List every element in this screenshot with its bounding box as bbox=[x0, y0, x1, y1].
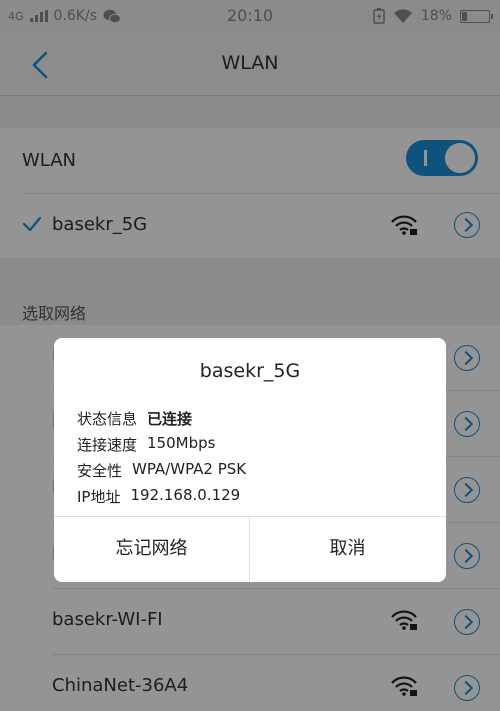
info-row-status: 状态信息 已连接 bbox=[77, 408, 192, 429]
info-row-security: 安全性 WPA/WPA2 PSK bbox=[77, 460, 246, 481]
info-label: IP地址 bbox=[77, 488, 121, 506]
info-value: 192.168.0.129 bbox=[130, 486, 241, 504]
info-value: 150Mbps bbox=[147, 434, 216, 452]
info-label: 连接速度 bbox=[77, 436, 138, 454]
network-info-dialog: basekr_5G 状态信息 已连接 连接速度 150Mbps 安全性 WPA/… bbox=[54, 338, 446, 582]
info-value: WPA/WPA2 PSK bbox=[132, 460, 247, 478]
forget-network-button[interactable]: 忘记网络 bbox=[54, 516, 249, 582]
info-label: 状态信息 bbox=[77, 410, 138, 428]
cancel-button[interactable]: 取消 bbox=[250, 516, 445, 582]
info-label: 安全性 bbox=[77, 462, 123, 480]
info-value: 已连接 bbox=[147, 410, 193, 428]
info-row-speed: 连接速度 150Mbps bbox=[77, 434, 215, 455]
dialog-title: basekr_5G bbox=[199, 360, 301, 382]
info-row-ip: IP地址 192.168.0.129 bbox=[77, 486, 240, 507]
